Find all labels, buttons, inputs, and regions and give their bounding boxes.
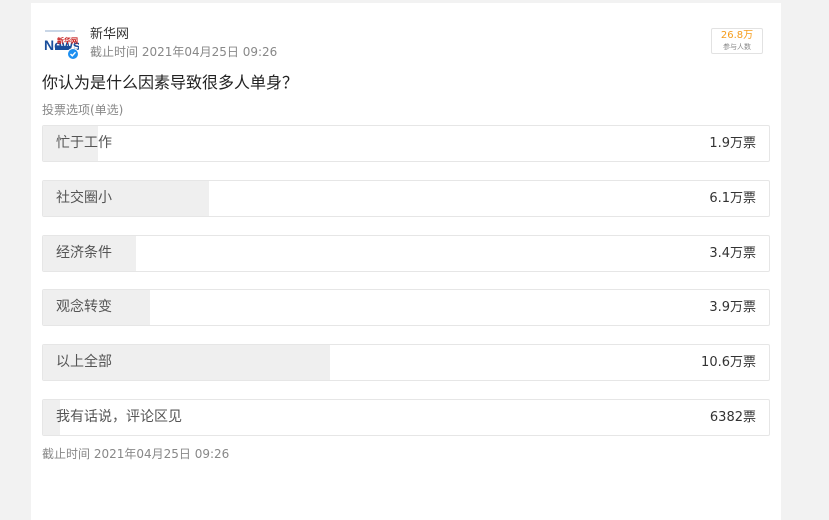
option-votes: 6382票 bbox=[709, 410, 756, 425]
option-label: 以上全部 bbox=[56, 354, 112, 370]
poll-option[interactable]: 经济条件 3.4万票 bbox=[42, 235, 770, 272]
author-name[interactable]: 新华网 bbox=[90, 26, 129, 44]
footer-deadline: 截止时间 2021年04月25日 09:26 bbox=[42, 447, 230, 461]
option-label: 观念转变 bbox=[56, 299, 112, 315]
option-label: 忙于工作 bbox=[56, 135, 112, 151]
participants-badge: 26.8万 参与人数 bbox=[711, 28, 763, 54]
poll-option[interactable]: 忙于工作 1.9万票 bbox=[42, 125, 770, 162]
poll-option[interactable]: 我有话说，评论区见 6382票 bbox=[42, 399, 770, 436]
option-label: 社交圈小 bbox=[56, 190, 112, 206]
poll-option[interactable]: 社交圈小 6.1万票 bbox=[42, 180, 770, 217]
poll-option[interactable]: 观念转变 3.9万票 bbox=[42, 289, 770, 326]
option-votes: 3.9万票 bbox=[709, 300, 756, 315]
option-votes: 6.1万票 bbox=[709, 191, 756, 206]
option-votes: 3.4万票 bbox=[709, 246, 756, 261]
deadline-time: 截止时间 2021年04月25日 09:26 bbox=[90, 45, 278, 59]
option-votes: 1.9万票 bbox=[709, 136, 756, 151]
poll-option[interactable]: 以上全部 10.6万票 bbox=[42, 344, 770, 381]
vote-type-label: 投票选项(单选) bbox=[42, 103, 124, 117]
option-label: 经济条件 bbox=[56, 245, 112, 261]
xinhua-logo-avatar[interactable]: News 新华网 bbox=[43, 28, 79, 60]
participants-caption: 参与人数 bbox=[723, 43, 751, 51]
participants-count: 26.8万 bbox=[720, 30, 754, 41]
option-label: 我有话说，评论区见 bbox=[56, 409, 182, 425]
svg-text:新华网: 新华网 bbox=[57, 36, 78, 45]
poll-question: 你认为是什么因素导致很多人单身？ bbox=[42, 73, 299, 92]
option-votes: 10.6万票 bbox=[701, 355, 756, 370]
verified-badge-icon bbox=[67, 48, 79, 60]
